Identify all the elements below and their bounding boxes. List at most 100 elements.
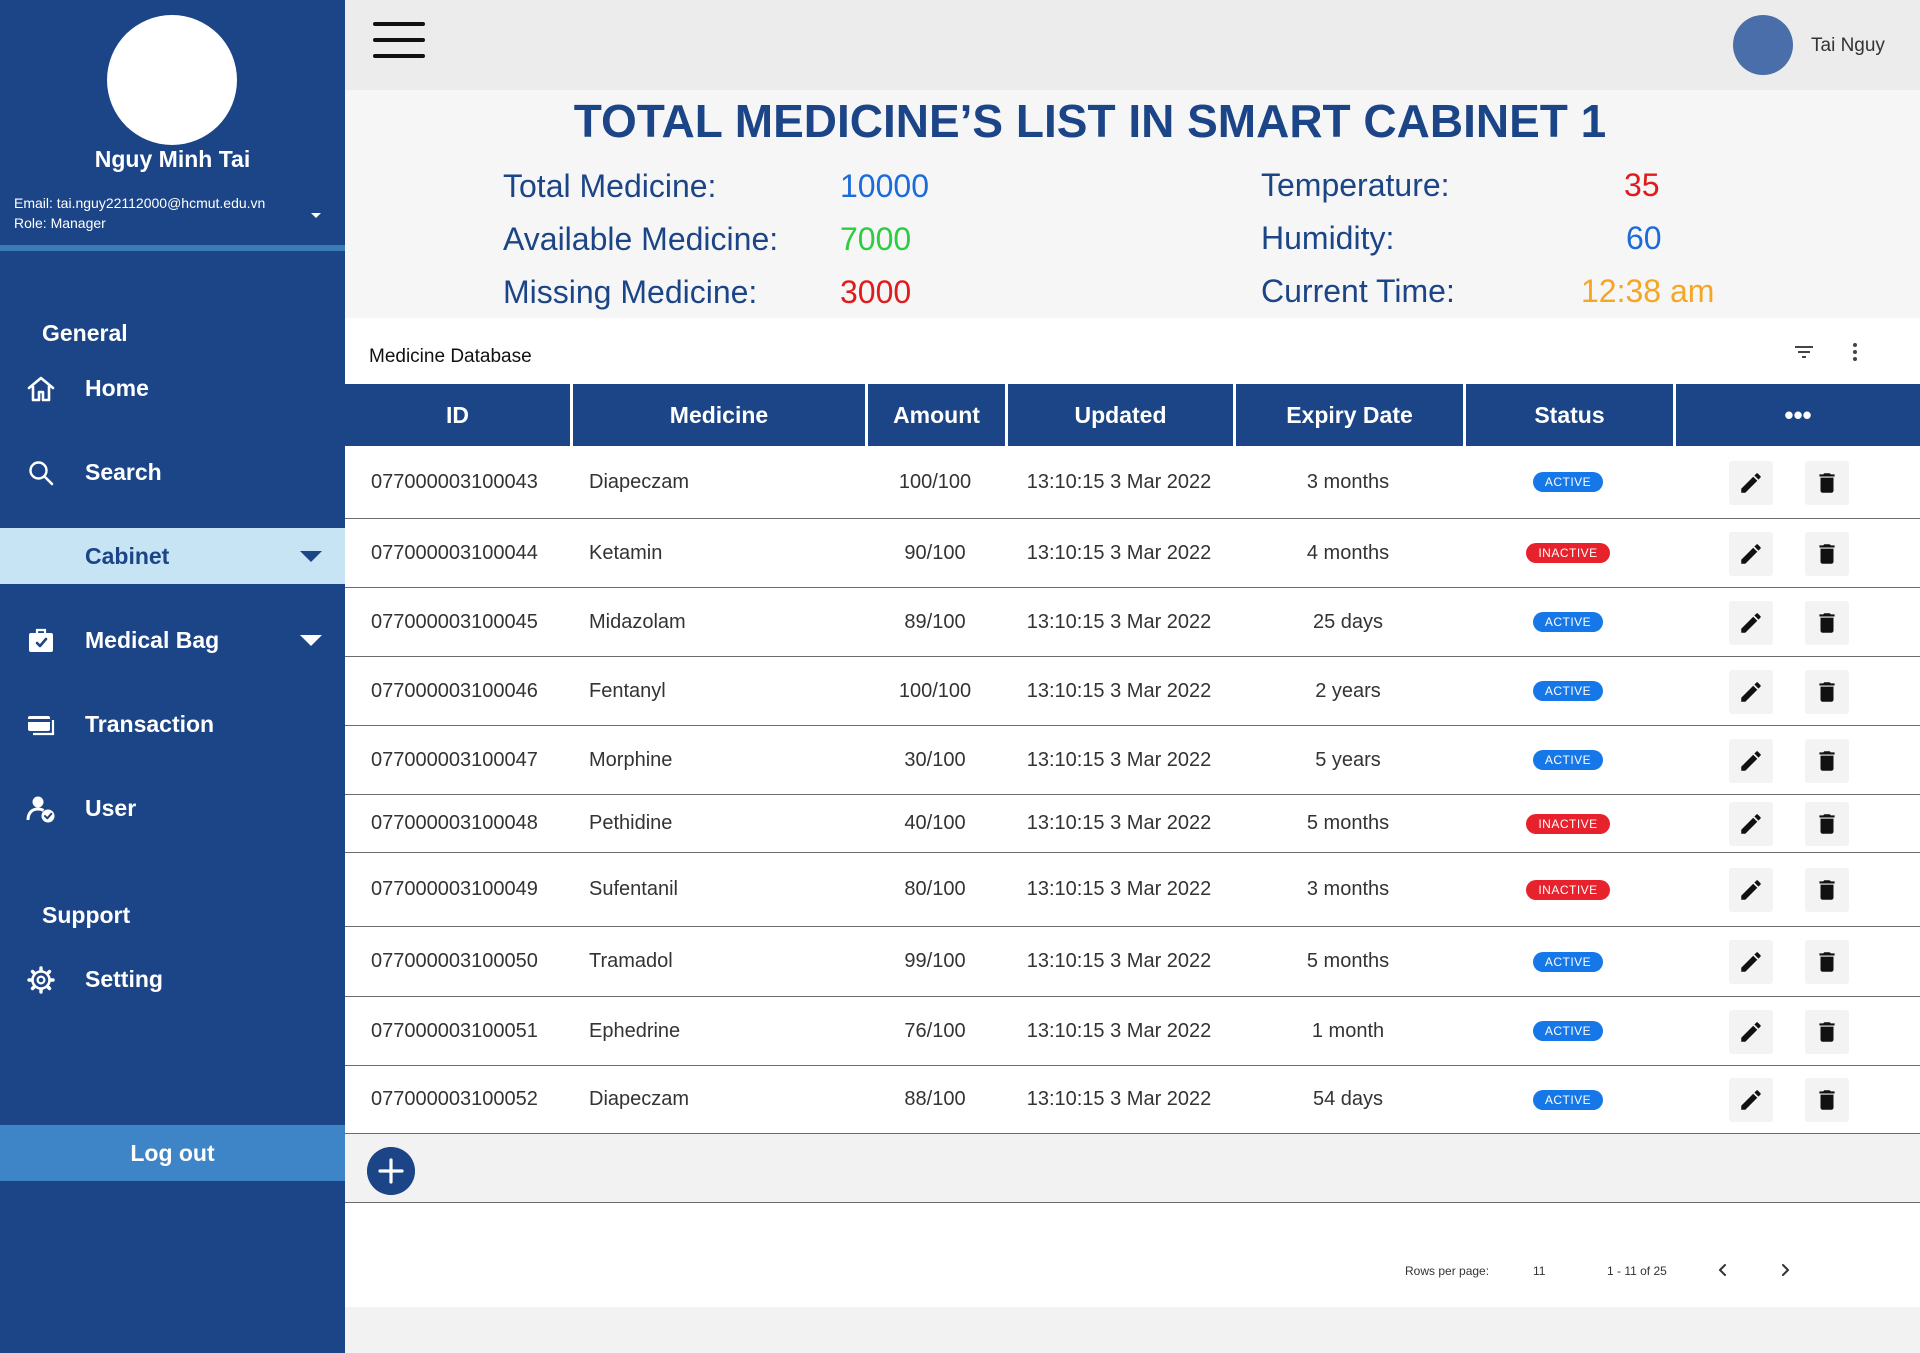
delete-button[interactable] [1805, 461, 1849, 505]
cell-id: 077000003100043 [371, 470, 538, 493]
chevron-left-icon[interactable] [1711, 1258, 1735, 1282]
delete-button[interactable] [1805, 1078, 1849, 1122]
trash-icon [1814, 679, 1840, 705]
trash-icon [1814, 541, 1840, 567]
cell-medicine: Diapeczam [589, 470, 690, 493]
temperature-label: Temperature: [1261, 167, 1450, 203]
edit-button[interactable] [1729, 802, 1773, 846]
menu-icon[interactable] [373, 22, 425, 58]
available-medicine-value: 7000 [840, 221, 912, 257]
cell-expiry: 5 months [1306, 812, 1390, 834]
cell-amount: 76/100 [904, 1019, 966, 1042]
sidebar-item-transaction[interactable]: Transaction [0, 696, 345, 752]
edit-button[interactable] [1729, 1010, 1773, 1054]
cell-medicine: Tramadol [589, 950, 673, 972]
cell-id: 077000003100044 [371, 541, 538, 564]
sidebar-item-label: Transaction [85, 710, 215, 737]
cell-expiry: 4 months [1306, 541, 1390, 564]
table-header: ID Medicine Amount Updated Expiry Date S… [345, 384, 1920, 446]
cell-medicine: Midazolam [589, 610, 686, 633]
logout-button[interactable]: Log out [0, 1125, 345, 1181]
column-header-amount[interactable]: Amount [868, 384, 1005, 446]
cell-amount: 30/100 [904, 748, 966, 771]
sidebar-item-label: Setting [85, 965, 163, 992]
page-title: TOTAL MEDICINE’S LIST IN SMART CABINET 1 [573, 95, 1607, 147]
sidebar-item-home[interactable]: Home [0, 360, 345, 416]
cell-amount: 89/100 [904, 610, 966, 633]
add-bar [345, 1134, 1920, 1203]
delete-button[interactable] [1805, 802, 1849, 846]
cell-updated: 13:10:15 3 Mar 2022 [1026, 470, 1212, 493]
edit-button[interactable] [1729, 1078, 1773, 1122]
status-badge: INACTIVE [1526, 543, 1610, 563]
cell-medicine: Diapeczam [589, 1088, 690, 1110]
table-row: 077000003100047 Morphine 30/100 13:10:15 3 … [345, 726, 1920, 795]
temperature-value: 35 [1624, 167, 1660, 203]
pencil-icon [1738, 470, 1764, 496]
cell-id: 077000003100048 [371, 812, 538, 834]
sidebar-item-label: Cabinet [85, 542, 170, 569]
table-row: 077000003100051 Ephedrine 76/100 13:10:15 3… [345, 997, 1920, 1066]
delete-button[interactable] [1805, 868, 1849, 912]
edit-button[interactable] [1729, 868, 1773, 912]
column-header-medicine[interactable]: Medicine [573, 384, 865, 446]
cell-medicine: Pethidine [589, 812, 673, 834]
card-icon [28, 716, 55, 736]
status-badge: ACTIVE [1532, 750, 1604, 770]
column-header-actions: ••• [1676, 384, 1920, 446]
avatar[interactable] [1733, 15, 1793, 75]
cell-expiry: 5 months [1306, 950, 1390, 972]
sidebar-item-user[interactable]: User [0, 780, 345, 836]
edit-button[interactable] [1729, 940, 1773, 984]
add-medicine-button[interactable] [367, 1147, 415, 1195]
delete-button[interactable] [1805, 532, 1849, 576]
cell-expiry: 54 days [1312, 1088, 1384, 1110]
column-header-id[interactable]: ID [345, 384, 570, 446]
rows-per-page-select[interactable]: 11 [1533, 1264, 1545, 1278]
edit-button[interactable] [1729, 739, 1773, 783]
filter-icon[interactable] [1792, 340, 1816, 364]
trash-icon [1814, 1087, 1840, 1113]
cell-updated: 13:10:15 3 Mar 2022 [1026, 610, 1212, 633]
chevron-right-icon[interactable] [1773, 1258, 1797, 1282]
profile-email: Email: tai.nguy22112000@hcmut.edu.vn [14, 195, 266, 211]
summary-panel: TOTAL MEDICINE’S LIST IN SMART CABINET 1… [345, 90, 1920, 318]
pagination-range: 1 - 11 of 25 [1607, 1264, 1667, 1278]
status-badge: INACTIVE [1526, 879, 1610, 900]
cell-updated: 13:10:15 3 Mar 2022 [1026, 1019, 1212, 1042]
cell-status: ACTIVE [1463, 1066, 1673, 1133]
delete-button[interactable] [1805, 940, 1849, 984]
total-medicine-label: Total Medicine: [503, 168, 717, 204]
column-header-status[interactable]: Status [1466, 384, 1673, 446]
table-title: Medicine Database [369, 346, 532, 367]
status-badge: ACTIVE [1532, 681, 1604, 701]
chevron-down-icon[interactable] [300, 551, 322, 562]
edit-button[interactable] [1729, 670, 1773, 714]
table-row: 077000003100052 Diapeczam 88/100 13:10:15 3… [345, 1066, 1920, 1134]
column-header-updated[interactable]: Updated [1008, 384, 1233, 446]
sidebar-item-cabinet[interactable]: Cabinet [0, 528, 345, 584]
table-row: 077000003100050 Tramadol 99/100 13:10:15 3 … [345, 927, 1920, 997]
sidebar-item-search[interactable]: Search [0, 444, 345, 500]
status-badge: ACTIVE [1532, 1089, 1604, 1110]
trash-icon [1814, 811, 1840, 837]
delete-button[interactable] [1805, 739, 1849, 783]
delete-button[interactable] [1805, 1010, 1849, 1054]
cell-status: INACTIVE [1463, 795, 1673, 852]
delete-button[interactable] [1805, 601, 1849, 645]
cell-status: ACTIVE [1463, 927, 1673, 996]
column-header-expiry[interactable]: Expiry Date [1236, 384, 1463, 446]
trash-icon [1814, 949, 1840, 975]
edit-button[interactable] [1729, 461, 1773, 505]
edit-button[interactable] [1729, 532, 1773, 576]
cell-updated: 13:10:15 3 Mar 2022 [1026, 812, 1212, 834]
edit-button[interactable] [1729, 601, 1773, 645]
delete-button[interactable] [1805, 670, 1849, 714]
sidebar-item-setting[interactable]: Setting [0, 951, 345, 1007]
sidebar-divider [0, 245, 345, 251]
status-badge: ACTIVE [1532, 1021, 1604, 1041]
chevron-down-icon[interactable] [300, 635, 322, 646]
sidebar-item-medical-bag[interactable]: Medical Bag [0, 612, 345, 668]
more-vertical-icon[interactable] [1843, 340, 1867, 364]
profile-dropdown-icon[interactable] [311, 213, 321, 218]
